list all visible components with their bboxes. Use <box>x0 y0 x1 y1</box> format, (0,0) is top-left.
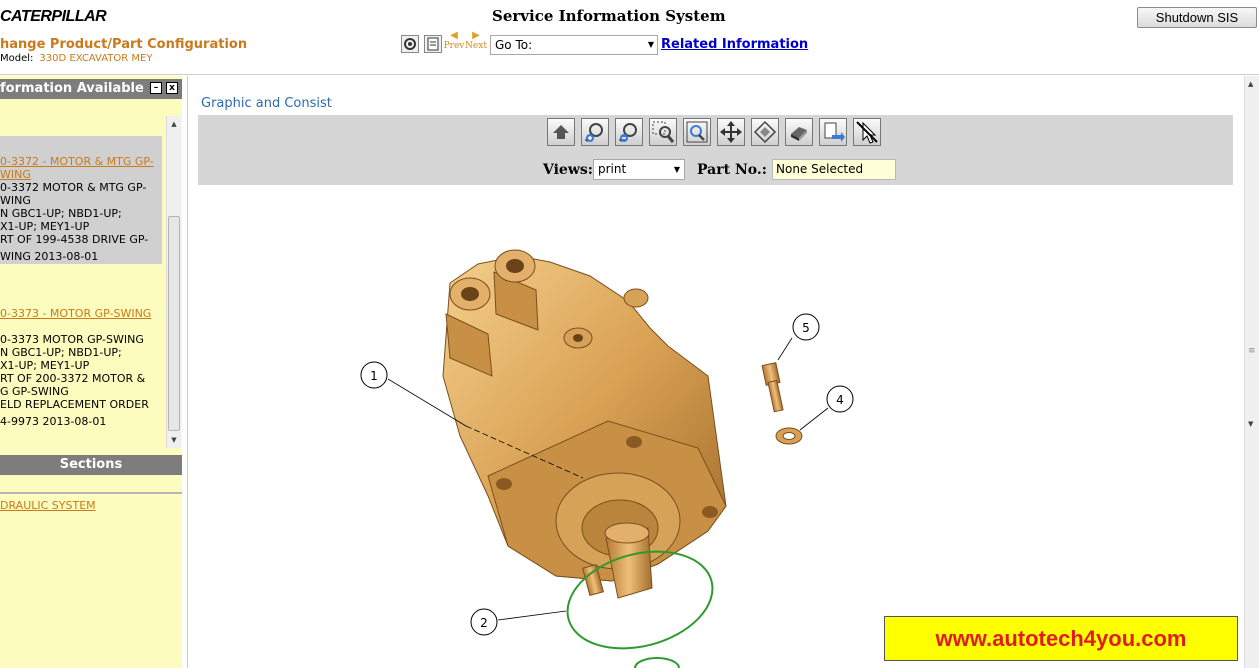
entry-line: N GBC1-UP; NBD1-UP; <box>0 207 122 220</box>
svg-text:1: 1 <box>370 369 378 383</box>
entry-line: ELD REPLACEMENT ORDER <box>0 398 149 411</box>
section-link-hydraulic-system[interactable]: DRAULIC SYSTEM <box>0 499 96 512</box>
divider <box>0 492 182 494</box>
product-configuration-title[interactable]: hange Product/Part Configuration <box>0 37 247 52</box>
washer-part[interactable] <box>775 427 803 445</box>
entry-line: 4-9973 2013-08-01 <box>0 415 107 428</box>
graphic-scrollbar[interactable]: ▲ ≡ ▼ <box>1244 76 1259 668</box>
scroll-down-icon[interactable]: ▼ <box>167 436 181 444</box>
leader-line <box>497 610 567 621</box>
goto-select[interactable]: Go To: ▼ <box>490 35 658 55</box>
entry-line: G GP-SWING <box>0 385 69 398</box>
entry-line: WING <box>0 194 31 207</box>
bolt-part[interactable] <box>761 362 784 413</box>
svg-text:2: 2 <box>480 616 488 630</box>
left-panel: formation Available – x 0-3372 - MOTOR &… <box>0 76 182 668</box>
o-ring-small-part[interactable] <box>634 657 680 668</box>
graphic-panel: Graphic and Consist Views: print ▼ Part … <box>187 76 1259 668</box>
model-label: Model: <box>0 53 34 64</box>
goto-value: Go To: <box>495 38 533 52</box>
settings-icon[interactable] <box>401 35 419 53</box>
swing-motor-part[interactable] <box>442 249 727 599</box>
svg-text:5: 5 <box>802 321 810 335</box>
entry-line: RT OF 199-4538 DRIVE GP- <box>0 233 149 246</box>
svg-text:4: 4 <box>836 393 844 407</box>
prev-button[interactable]: ◀ Prev <box>443 31 465 52</box>
entry-line: 0-3373 MOTOR GP-SWING <box>0 333 144 346</box>
entry-link-motor-mtg-cont[interactable]: WING <box>0 168 31 181</box>
model-line: Model: 330D EXCAVATOR MEY <box>0 53 152 64</box>
scroll-up-icon[interactable]: ▲ <box>1248 80 1253 88</box>
entry-line: N GBC1-UP; NBD1-UP; <box>0 346 122 359</box>
close-button[interactable]: x <box>166 82 178 94</box>
watermark-banner: www.autotech4you.com <box>884 616 1238 661</box>
document-icon[interactable] <box>424 35 442 53</box>
entry-line: 0-3372 MOTOR & MTG GP- <box>0 181 147 194</box>
next-label: Next <box>465 41 487 51</box>
shutdown-sis-button[interactable]: Shutdown SIS <box>1137 7 1257 28</box>
chevron-down-icon: ▼ <box>647 40 654 49</box>
scroll-up-icon[interactable]: ▲ <box>167 120 181 128</box>
minimize-button[interactable]: – <box>150 82 162 94</box>
entry-line: RT OF 200-3372 MOTOR & <box>0 372 146 385</box>
entry-link-motor-mtg[interactable]: 0-3372 - MOTOR & MTG GP- <box>0 155 154 168</box>
info-scrollbar[interactable]: ▲ ▼ <box>166 116 181 448</box>
callout-1[interactable]: 1 <box>360 361 388 389</box>
parts-illustration[interactable]: 1 2 4 5 <box>188 76 1244 668</box>
callout-5[interactable]: 5 <box>792 313 820 341</box>
model-value: 330D EXCAVATOR MEY <box>39 53 153 64</box>
leader-line <box>799 407 829 431</box>
arrow-left-icon: ◀ <box>450 30 458 41</box>
header-bar: CATERPILLAR hange Product/Part Configura… <box>0 0 1259 75</box>
callout-2[interactable]: 2 <box>470 608 498 636</box>
next-button[interactable]: ▶ Next <box>465 31 487 52</box>
entry-line: X1-UP; MEY1-UP <box>0 220 90 233</box>
scroll-down-icon[interactable]: ▼ <box>1248 420 1253 428</box>
related-information-link[interactable]: Related Information <box>661 37 808 52</box>
callout-4[interactable]: 4 <box>826 385 854 413</box>
scrollbar-thumb[interactable] <box>168 216 180 431</box>
arrow-right-icon: ▶ <box>472 30 480 41</box>
entry-link-motor-swing[interactable]: 0-3373 - MOTOR GP-SWING <box>0 307 151 320</box>
prev-label: Prev <box>443 41 465 51</box>
scroll-grip-icon: ≡ <box>1248 346 1256 356</box>
system-title: Service Information System <box>492 7 726 25</box>
sections-header: Sections <box>0 455 182 475</box>
entry-line: X1-UP; MEY1-UP <box>0 359 90 372</box>
entry-line: WING 2013-08-01 <box>0 250 99 263</box>
information-available-header: formation Available – x <box>0 79 182 99</box>
leader-line <box>777 337 793 361</box>
information-available-title: formation Available <box>0 81 144 96</box>
caterpillar-logo: CATERPILLAR <box>0 8 107 25</box>
